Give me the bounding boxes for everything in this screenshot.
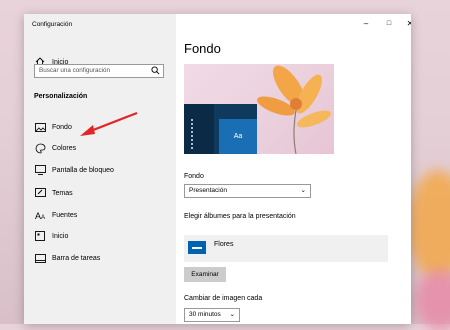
sidebar: Configuración Inicio Buscar una configur… — [24, 14, 176, 324]
preview-start-panel — [184, 104, 214, 154]
nav-item-label: Fondo — [52, 123, 72, 131]
nav-item-fuentes[interactable]: AA Fuentes — [24, 206, 176, 224]
browse-button[interactable]: Examinar — [184, 267, 226, 282]
settings-window: Configuración Inicio Buscar una configur… — [24, 14, 411, 324]
background-select[interactable]: Presentación ⌄ — [184, 184, 311, 198]
change-every-select[interactable]: 30 minutos ⌄ — [184, 308, 240, 322]
brush-icon — [34, 187, 46, 199]
preview-sample-tile: Aa — [219, 119, 257, 154]
wallpaper-petal — [415, 270, 450, 330]
background-preview: Aa — [184, 64, 334, 154]
nav-item-temas[interactable]: Temas — [24, 184, 176, 202]
wallpaper-flower — [408, 170, 450, 280]
picture-icon — [34, 121, 46, 133]
search-icon — [151, 66, 160, 80]
nav-item-label: Pantalla de bloqueo — [52, 166, 114, 174]
nav-item-pantalla-de-bloqueo[interactable]: Pantalla de bloqueo — [24, 161, 176, 179]
start-icon — [34, 230, 46, 242]
nav-item-label: Colores — [52, 144, 77, 152]
nav-item-label: Barra de tareas — [52, 254, 101, 262]
change-every-label: Cambiar de imagen cada — [184, 295, 263, 302]
watermark: XATAKA WINDOWS — [316, 307, 401, 314]
minimize-button[interactable]: – — [359, 18, 373, 30]
chevron-down-icon: ⌄ — [300, 187, 306, 194]
palette-icon — [34, 142, 46, 154]
section-title: Personalización — [34, 93, 88, 100]
page-title: Fondo — [184, 41, 221, 56]
window-title: Configuración — [32, 21, 73, 28]
nav-item-label: Temas — [52, 189, 73, 197]
search-placeholder: Buscar una configuración — [39, 67, 111, 74]
nav-item-inicio[interactable]: Inicio — [24, 227, 176, 245]
nav-item-label: Fuentes — [52, 211, 78, 219]
close-button[interactable]: ✕ — [403, 18, 411, 30]
albums-label: Elegir álbumes para la presentación — [184, 213, 296, 220]
chevron-down-icon: ⌄ — [229, 311, 235, 318]
monitor-icon — [34, 164, 46, 176]
nav-item-fondo[interactable]: Fondo — [24, 118, 176, 136]
search-input[interactable]: Buscar una configuración — [34, 64, 164, 78]
album-name: Flores — [214, 241, 234, 248]
preview-lines — [191, 119, 197, 149]
nav-item-barra-de-tareas[interactable]: Barra de tareas — [24, 249, 176, 267]
album-icon — [188, 241, 206, 254]
svg-text:A: A — [41, 215, 45, 220]
background-label: Fondo — [184, 173, 204, 180]
album-item[interactable]: Flores — [184, 235, 388, 262]
nav-item-label: Inicio — [52, 232, 69, 240]
change-every-value: 30 minutos — [189, 311, 221, 318]
maximize-button[interactable]: □ — [382, 18, 396, 30]
font-icon: AA — [34, 209, 46, 221]
preview-sample-text: Aa — [233, 133, 243, 140]
background-select-value: Presentación — [189, 187, 227, 194]
taskbar-icon — [34, 252, 46, 264]
nav-item-colores[interactable]: Colores — [24, 139, 176, 157]
main-content: – □ ✕ Fondo Aa Fondo Presentación ⌄ Eleg… — [176, 14, 411, 324]
